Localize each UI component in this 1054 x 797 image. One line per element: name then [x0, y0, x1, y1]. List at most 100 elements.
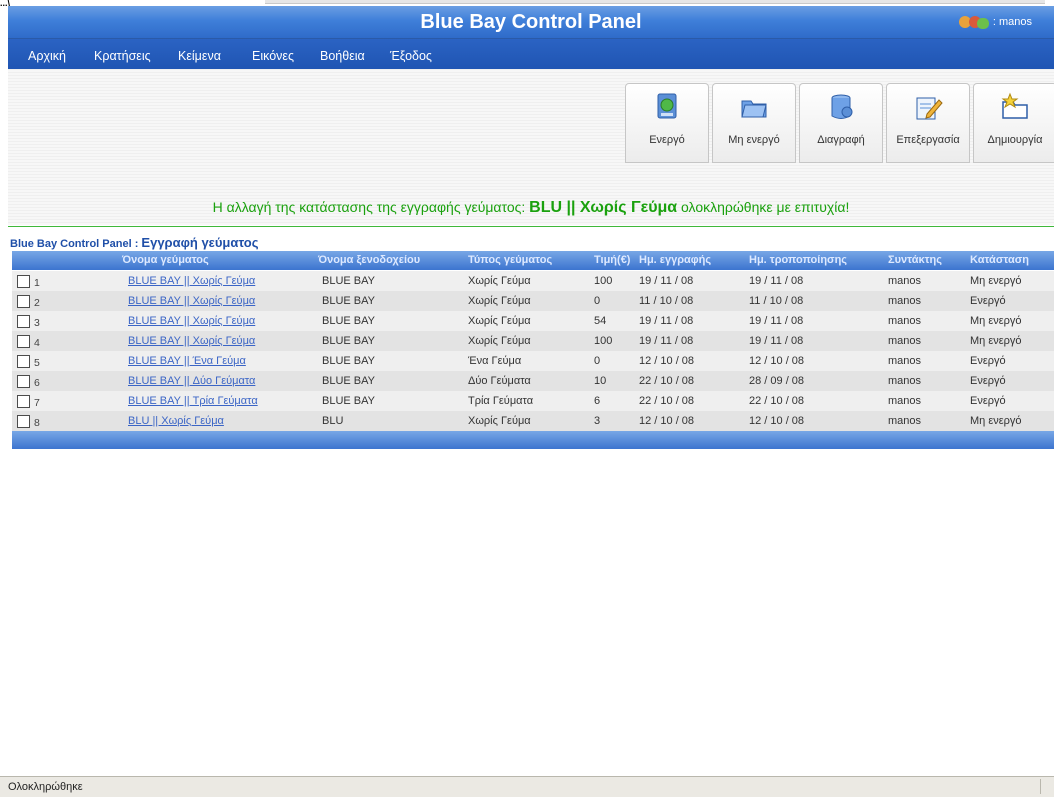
table-row: 3 BLUE BAY || Χωρίς Γεύμα BLUE BAY Χωρίς Γε…: [12, 311, 1054, 331]
hotel-cell: BLU: [322, 415, 344, 427]
meal-name-link[interactable]: BLU || Χωρίς Γεύμα: [128, 415, 224, 427]
row-checkbox[interactable]: [17, 415, 30, 428]
statusbar-divider: [1040, 779, 1041, 794]
message-highlight: BLU || Χωρίς Γεύμα: [529, 199, 678, 216]
col-modified[interactable]: Ημ. τροποποίησης: [749, 251, 847, 270]
col-status[interactable]: Κατάσταση: [970, 251, 1029, 270]
row-number: 2: [34, 297, 40, 309]
meal-name-cell: BLUE BAY || Χωρίς Γεύμα: [128, 291, 255, 311]
meal-name-link[interactable]: BLUE BAY || Χωρίς Γεύμα: [128, 315, 255, 327]
meal-type-cell: Χωρίς Γεύμα: [468, 315, 531, 327]
divider: [8, 226, 1054, 227]
author-cell: manos: [888, 355, 922, 367]
modified-date-cell: 19 / 11 / 08: [749, 275, 804, 287]
folder-icon: [739, 92, 769, 122]
col-meal-type[interactable]: Τύπος γεύματος: [468, 251, 552, 270]
row-number: 4: [34, 337, 40, 349]
deactivate-button[interactable]: Μη ενεργό: [712, 83, 796, 163]
table-row: 7 BLUE BAY || Τρία Γεύματα BLUE BAY Τρία Γε…: [12, 391, 1054, 411]
meal-name-link[interactable]: BLUE BAY || Χωρίς Γεύμα: [128, 335, 255, 347]
meal-name-link[interactable]: BLUE BAY || Χωρίς Γεύμα: [128, 275, 255, 287]
row-checkbox[interactable]: [17, 335, 30, 348]
meal-name-cell: BLUE BAY || Τρία Γεύματα: [128, 391, 258, 411]
row-number: 1: [34, 277, 40, 289]
col-hotel-name[interactable]: Όνομα ξενοδοχείου: [318, 251, 420, 270]
nav-logout[interactable]: Έξοδος: [390, 39, 432, 73]
nav-texts[interactable]: Κείμενα: [178, 39, 221, 73]
meal-name-link[interactable]: BLUE BAY || Δύο Γεύματα: [128, 375, 255, 387]
col-author[interactable]: Συντάκτης: [888, 251, 942, 270]
col-meal-name[interactable]: Όνομα γεύματος: [122, 251, 209, 270]
modified-date-cell: 22 / 10 / 08: [749, 395, 805, 407]
created-date-cell: 12 / 10 / 08: [639, 415, 695, 427]
status-cell: Ενεργό: [970, 295, 1006, 307]
message-suffix: ολοκληρώθηκε με επιτυχία!: [681, 199, 850, 215]
activate-icon: [652, 92, 682, 122]
browser-address-strip: [265, 0, 1045, 4]
browser-statusbar: Ολοκληρώθηκε: [0, 776, 1054, 797]
nav-home[interactable]: Αρχική: [28, 39, 66, 73]
modified-date-cell: 12 / 10 / 08: [749, 415, 805, 427]
edit-pencil-icon: [913, 92, 943, 122]
author-cell: manos: [888, 275, 922, 287]
hotel-cell: BLUE BAY: [322, 295, 375, 307]
col-price[interactable]: Τιμή(€): [594, 251, 630, 270]
created-date-cell: 19 / 11 / 08: [639, 335, 694, 347]
delete-button[interactable]: Διαγραφή: [799, 83, 883, 163]
page-frame: Blue Bay Control Panel : manos Αρχική Κρ…: [8, 6, 1054, 776]
meal-type-cell: Χωρίς Γεύμα: [468, 295, 531, 307]
meal-name-link[interactable]: BLUE BAY || Χωρίς Γεύμα: [128, 295, 255, 307]
meal-name-cell: BLU || Χωρίς Γεύμα: [128, 411, 224, 431]
new-folder-icon: [1000, 92, 1030, 122]
modified-date-cell: 11 / 10 / 08: [749, 295, 804, 307]
row-number: 3: [34, 317, 40, 329]
row-checkbox[interactable]: [17, 295, 30, 308]
meal-type-cell: Χωρίς Γεύμα: [468, 275, 531, 287]
row-number: 6: [34, 377, 40, 389]
price-cell: 6: [594, 395, 601, 407]
price-cell: 0: [594, 355, 601, 367]
activate-button[interactable]: Ενεργό: [625, 83, 709, 163]
author-cell: manos: [888, 375, 922, 387]
content-area: Ενεργό Μη ενεργό Διαγραφή Επεξεργασία Δη…: [8, 69, 1054, 225]
created-date-cell: 19 / 11 / 08: [639, 275, 694, 287]
status-text: Ολοκληρώθηκε: [8, 781, 83, 793]
row-checkbox[interactable]: [17, 375, 30, 388]
row-checkbox[interactable]: [17, 275, 30, 288]
success-message: Η αλλαγή της κατάστασης της εγγραφής γεύ…: [8, 199, 1054, 217]
modified-date-cell: 19 / 11 / 08: [749, 315, 804, 327]
section-app-name: Blue Bay Control Panel :: [10, 238, 139, 250]
price-cell: 54: [594, 315, 607, 327]
nav-bookings[interactable]: Κρατήσεις: [94, 39, 151, 73]
author-cell: manos: [888, 415, 922, 427]
row-checkbox[interactable]: [17, 315, 30, 328]
created-date-cell: 19 / 11 / 08: [639, 315, 694, 327]
meal-name-cell: BLUE BAY || Χωρίς Γεύμα: [128, 331, 255, 351]
recycle-bin-icon: [826, 92, 856, 122]
modified-date-cell: 28 / 09 / 08: [749, 375, 805, 387]
meal-name-link[interactable]: BLUE BAY || Τρία Γεύματα: [128, 395, 258, 407]
hotel-cell: BLUE BAY: [322, 355, 375, 367]
row-checkbox[interactable]: [17, 395, 30, 408]
table-row: 2 BLUE BAY || Χωρίς Γεύμα BLUE BAY Χωρίς Γε…: [12, 291, 1054, 311]
meal-type-cell: Δύο Γεύματα: [468, 375, 531, 387]
hotel-cell: BLUE BAY: [322, 335, 375, 347]
nav-images[interactable]: Εικόνες: [252, 39, 294, 73]
status-cell: Μη ενεργό: [970, 335, 1022, 347]
users-icon: [957, 14, 991, 30]
row-number: 5: [34, 357, 40, 369]
table-row: 1 BLUE BAY || Χωρίς Γεύμα BLUE BAY Χωρίς Γε…: [12, 271, 1054, 291]
status-cell: Μη ενεργό: [970, 275, 1022, 287]
meal-name-link[interactable]: BLUE BAY || Ένα Γεύμα: [128, 355, 246, 367]
create-button[interactable]: Δημιουργία: [973, 83, 1054, 163]
nav-help[interactable]: Βοήθεια: [320, 39, 365, 73]
edit-button[interactable]: Επεξεργασία: [886, 83, 970, 163]
table-header: Όνομα γεύματος Όνομα ξενοδοχείου Τύπος γ…: [12, 251, 1054, 270]
price-cell: 3: [594, 415, 601, 427]
meal-type-cell: Χωρίς Γεύμα: [468, 415, 531, 427]
main-nav: Αρχική Κρατήσεις Κείμενα Εικόνες Βοήθεια…: [8, 39, 1054, 69]
row-number: 8: [34, 417, 40, 429]
create-label: Δημιουργία: [987, 134, 1043, 146]
row-checkbox[interactable]: [17, 355, 30, 368]
col-created[interactable]: Ημ. εγγραφής: [639, 251, 711, 270]
